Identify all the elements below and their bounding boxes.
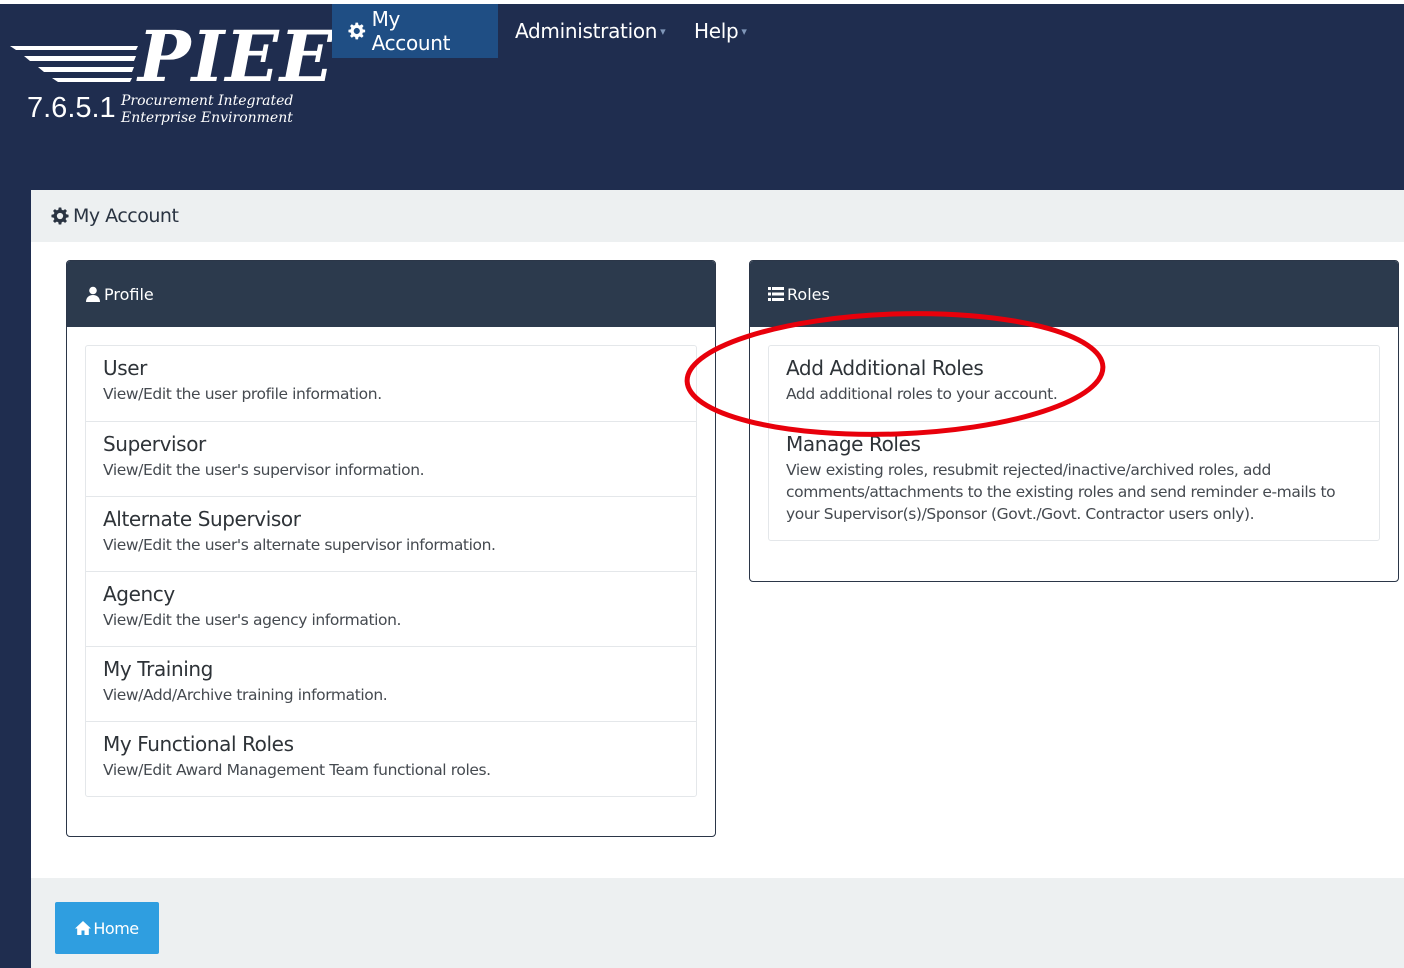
list-item-manage-roles[interactable]: Manage Roles View existing roles, resubm… bbox=[769, 421, 1379, 540]
list-item-title: Agency bbox=[103, 582, 175, 606]
page-title: My Account bbox=[73, 205, 179, 227]
top-navbar: PIEE 7.6.5.1 Procurement Integrated Ente… bbox=[0, 4, 1404, 190]
logo-speed-lines-icon bbox=[10, 46, 138, 82]
profile-card-header: Profile bbox=[67, 261, 715, 327]
my-account-panel: My Account Profile User View/Edit the us… bbox=[31, 190, 1404, 968]
list-item-user[interactable]: User View/Edit the user profile informat… bbox=[86, 346, 696, 421]
list-item-title: Supervisor bbox=[103, 432, 206, 456]
list-icon bbox=[768, 287, 784, 301]
user-icon bbox=[86, 286, 100, 302]
list-item-desc: View/Edit the user's agency information. bbox=[103, 611, 402, 629]
list-item-desc-line: View existing roles, resubmit rejected/i… bbox=[786, 461, 1271, 479]
list-item-desc: View existing roles, resubmit rejected/i… bbox=[786, 459, 1362, 525]
nav-my-account-label: My Account bbox=[371, 7, 451, 55]
list-item-title: User bbox=[103, 356, 147, 380]
home-button-label: Home bbox=[93, 918, 139, 938]
nav-help[interactable]: Help ▾ bbox=[694, 4, 747, 58]
list-item-title: Alternate Supervisor bbox=[103, 507, 301, 531]
list-item-desc-line: your Supervisor(s)/Sponsor (Govt./Govt. … bbox=[786, 505, 1255, 523]
piee-logo[interactable]: PIEE 7.6.5.1 Procurement Integrated Ente… bbox=[10, 22, 333, 136]
list-item-desc: View/Edit the user profile information. bbox=[103, 385, 382, 403]
list-item-desc: View/Edit the user's supervisor informat… bbox=[103, 461, 425, 479]
gear-icon bbox=[51, 207, 69, 225]
caret-down-icon: ▾ bbox=[741, 24, 747, 38]
list-item-desc: View/Edit the user's alternate superviso… bbox=[103, 536, 496, 554]
list-item-my-training[interactable]: My Training View/Add/Archive training in… bbox=[86, 646, 696, 721]
list-item-agency[interactable]: Agency View/Edit the user's agency infor… bbox=[86, 571, 696, 646]
logo-tagline: Procurement Integrated Enterprise Enviro… bbox=[121, 93, 293, 127]
nav-my-account[interactable]: My Account bbox=[332, 4, 498, 58]
profile-card: Profile User View/Edit the user profile … bbox=[66, 260, 716, 837]
panel-footer: Home bbox=[31, 878, 1404, 968]
profile-card-title: Profile bbox=[104, 284, 154, 304]
list-item-title: My Training bbox=[103, 657, 213, 681]
gear-icon bbox=[348, 22, 366, 40]
list-item-add-additional-roles[interactable]: Add Additional Roles Add additional role… bbox=[769, 346, 1379, 421]
list-item-desc: View/Add/Archive training information. bbox=[103, 686, 388, 704]
app: PIEE 7.6.5.1 Procurement Integrated Ente… bbox=[0, 0, 1404, 968]
list-item-desc: View/Edit Award Management Team function… bbox=[103, 761, 491, 779]
roles-card-header: Roles bbox=[750, 261, 1398, 327]
left-border-strip bbox=[0, 190, 31, 968]
home-button[interactable]: Home bbox=[55, 902, 159, 954]
list-item-my-functional-roles[interactable]: My Functional Roles View/Edit Award Mana… bbox=[86, 721, 696, 796]
logo-tagline-line2: Enterprise Environment bbox=[121, 110, 293, 126]
page-title-bar: My Account bbox=[31, 190, 1404, 242]
nav-administration-label: Administration bbox=[515, 19, 658, 43]
nav-help-label: Help bbox=[694, 19, 739, 43]
list-item-alternate-supervisor[interactable]: Alternate Supervisor View/Edit the user'… bbox=[86, 496, 696, 571]
logo-brand-text: PIEE bbox=[138, 15, 335, 98]
list-item-title: Manage Roles bbox=[786, 432, 921, 456]
home-icon bbox=[75, 921, 92, 935]
list-item-title: My Functional Roles bbox=[103, 732, 294, 756]
list-item-desc: Add additional roles to your account. bbox=[786, 385, 1058, 403]
roles-card-title: Roles bbox=[787, 284, 830, 304]
list-item-title: Add Additional Roles bbox=[786, 356, 984, 380]
list-item-desc-line: comments/attachments to the existing rol… bbox=[786, 483, 1336, 501]
roles-list: Add Additional Roles Add additional role… bbox=[768, 345, 1380, 541]
list-item-supervisor[interactable]: Supervisor View/Edit the user's supervis… bbox=[86, 421, 696, 496]
roles-card: Roles Add Additional Roles Add additiona… bbox=[749, 260, 1399, 582]
nav-administration[interactable]: Administration ▾ bbox=[515, 4, 666, 58]
logo-tagline-line1: Procurement Integrated bbox=[121, 93, 294, 109]
profile-list: User View/Edit the user profile informat… bbox=[85, 345, 697, 797]
version-number: 7.6.5.1 bbox=[27, 92, 116, 124]
caret-down-icon: ▾ bbox=[660, 24, 666, 38]
